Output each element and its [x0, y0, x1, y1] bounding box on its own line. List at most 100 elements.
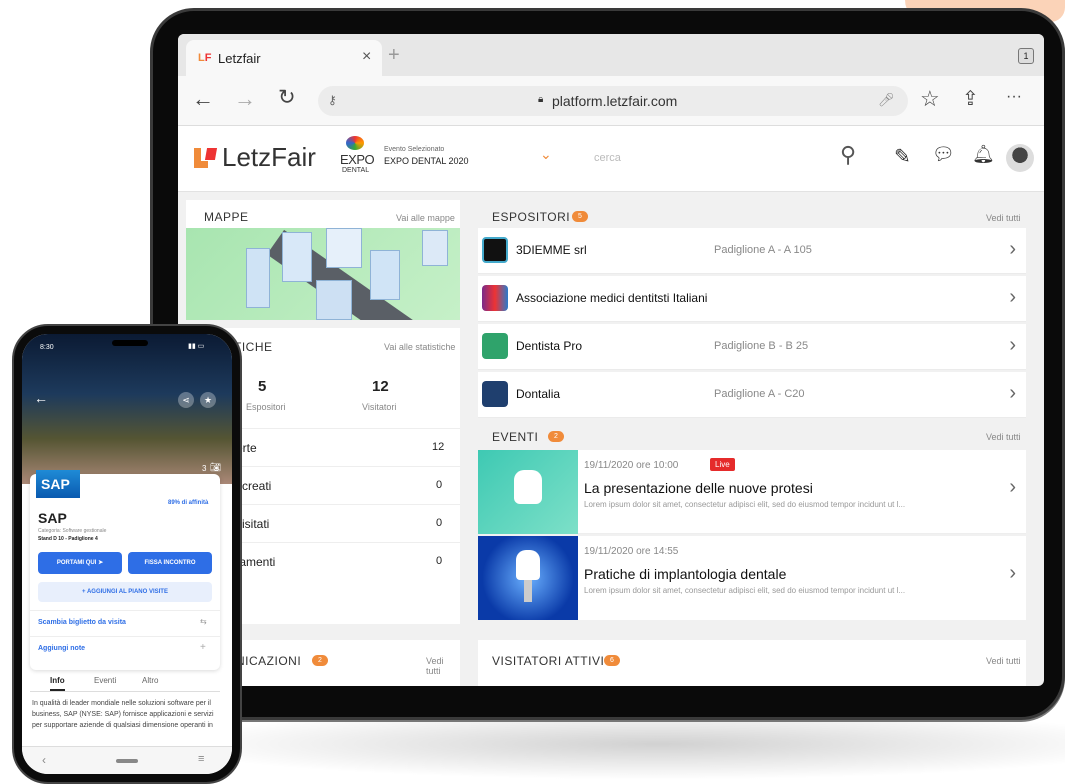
share-icon[interactable]: ⇪ [962, 86, 979, 111]
exhibitor-row[interactable]: Dontalia Padiglione A - C20 › [478, 372, 1026, 418]
eventi-badge: 2 [548, 431, 564, 442]
espositori-link[interactable]: Vedi tutti [986, 213, 1021, 223]
browser-tab-bar: LF Letzfair × + 1 [178, 34, 1044, 76]
star-icon[interactable]: ☆ [920, 86, 940, 112]
tab-eventi[interactable]: Eventi [94, 676, 116, 685]
exhibitor-row[interactable]: 3DIEMME srl Padiglione A - A 105 › [478, 228, 1026, 274]
aggiungi-piano-visite-button[interactable]: + AGGIUNGI AL PIANO VISITE [38, 582, 212, 602]
app-header: LetzFair EXPO DENTAL Evento Selezionato … [178, 126, 1044, 192]
phone-notch [112, 340, 148, 346]
event-card[interactable]: 19/11/2020 ore 14:55 Pratiche di implant… [478, 536, 1026, 620]
visitatori-attivi-card: VISITATORI ATTIVI 6 Vedi tutti [478, 640, 1026, 686]
search-input[interactable]: cerca ⚲ [578, 142, 870, 172]
brand-logo-icon [194, 148, 218, 168]
city-map-image[interactable] [186, 228, 460, 320]
brand-name: LetzFair [222, 142, 316, 172]
tab-info[interactable]: Info [50, 676, 65, 691]
chevron-right-icon: › [1009, 562, 1016, 584]
comunicazioni-badge: 2 [312, 655, 328, 666]
forward-icon[interactable]: → [234, 86, 256, 112]
phone-hero-image: 8:30 ▮▮ ▭ ← ⋖ ★ 3 📷︎ [22, 334, 232, 484]
eventi-title: EVENTI [492, 430, 539, 444]
search-icon: ⚲ [840, 142, 857, 167]
back-arrow-icon[interactable]: ← [34, 390, 48, 406]
nav-home-icon[interactable] [116, 759, 138, 763]
phone-nav-bar: ‹ ≡ [22, 746, 232, 774]
affinity-label: 89% di affinità [168, 500, 209, 506]
browser-tab[interactable]: LF Letzfair × [186, 40, 382, 76]
avatar[interactable] [1006, 144, 1034, 172]
scambia-biglietto-link[interactable]: Scambia biglietto da visita ⇆ [30, 610, 220, 634]
plus-icon: + [200, 642, 206, 653]
fissa-incontro-button[interactable]: FISSA INCONTRO [128, 552, 212, 574]
company-stand: Stand D 10 - Padiglione 4 [38, 536, 98, 542]
phone-time: 8:30 [40, 344, 54, 351]
tab-title: Letzfair [218, 51, 261, 66]
camera-icon: 📷︎ [210, 462, 222, 472]
exhibitor-row[interactable]: Associazione medici dentitsti Italiani › [478, 276, 1026, 322]
exhibitor-logo [482, 285, 508, 311]
eventi-section: EVENTI 2 Vedi tutti 19/11/2020 ore 10:00… [478, 426, 1026, 632]
espositori-count: 5 [258, 378, 267, 395]
exhibitor-row[interactable]: Dentista Pro Padiglione B - B 25 › [478, 324, 1026, 370]
event-name: EXPO DENTAL 2020 [384, 156, 469, 166]
visitatori-attivi-badge: 6 [604, 655, 620, 666]
company-name: SAP [38, 510, 67, 526]
exhibitor-logo [482, 381, 508, 407]
espositori-count-label: Espositori [246, 402, 286, 412]
signal-battery-icon: ▮▮ ▭ [188, 343, 205, 350]
new-tab-icon[interactable]: + [388, 44, 400, 67]
company-category: Categoria: Software gestionale [38, 528, 107, 534]
espositori-title: ESPOSITORI [492, 210, 571, 224]
statistiche-link[interactable]: Vai alle statistiche [384, 342, 455, 352]
visitatori-count: 12 [372, 378, 389, 395]
close-tab-icon[interactable]: × [362, 48, 371, 66]
phone-tabs: Info Eventi Altro [30, 672, 220, 692]
aggiungi-note-link[interactable]: Aggiungi note + [30, 636, 220, 660]
event-implant-image [478, 536, 578, 620]
espositori-section: ESPOSITORI 5 Vedi tutti 3DIEMME srl Padi… [478, 200, 1026, 420]
reload-icon[interactable]: ↻ [278, 85, 296, 110]
nav-back-icon[interactable]: ‹ [42, 753, 46, 767]
comunicazioni-link[interactable]: Vedi tutti [426, 656, 460, 676]
visitatori-attivi-link[interactable]: Vedi tutti [986, 656, 1021, 666]
company-description: In qualità di leader mondiale nelle solu… [32, 700, 214, 729]
back-icon[interactable]: ← [192, 86, 214, 112]
chevron-right-icon: › [1009, 382, 1016, 404]
visitatori-count-label: Visitatori [362, 402, 397, 412]
tab-altro[interactable]: Altro [142, 676, 158, 685]
favorite-star-icon[interactable]: ★ [200, 392, 216, 408]
comunicazioni-title: NICAZIONI [236, 654, 302, 668]
event-card[interactable]: 19/11/2020 ore 10:00 Live La presentazio… [478, 450, 1026, 534]
more-icon[interactable]: ··· [1006, 88, 1022, 106]
url-bar[interactable]: ⚷ 🔒︎ platform.letzfair.com 🎤︎ [318, 86, 908, 116]
exhibitor-logo [482, 333, 508, 359]
floor-shadow [160, 720, 1065, 780]
company-card: SAP 89% di affinità SAP Categoria: Softw… [30, 470, 220, 670]
nav-menu-icon[interactable]: ≡ [198, 753, 204, 765]
chat-icon[interactable]: 💬︎ [932, 144, 955, 165]
exchange-icon: ⇆ [200, 617, 207, 626]
share-icon[interactable]: ⋖ [178, 392, 194, 408]
event-dropdown-chevron-icon[interactable]: ⌄ [540, 146, 552, 163]
mappe-link[interactable]: Vai alle mappe [396, 213, 455, 223]
mappe-title: MAPPE [204, 210, 249, 224]
company-logo: SAP [36, 470, 80, 498]
navigate-icon: ➤ [98, 560, 104, 566]
mic-icon[interactable]: 🎤︎ [878, 92, 895, 108]
plus-icon: + [82, 589, 86, 595]
tab-count[interactable]: 1 [1018, 48, 1034, 64]
live-badge: Live [710, 458, 735, 471]
event-tooth-image [478, 450, 578, 534]
mappe-card: MAPPE Vai alle mappe [186, 200, 460, 320]
chevron-right-icon: › [1009, 334, 1016, 356]
pencil-icon[interactable]: ✎ [894, 144, 911, 169]
portami-qui-button[interactable]: PORTAMI QUI ➤ [38, 552, 122, 574]
exhibitor-logo [482, 237, 508, 263]
visitatori-attivi-title: VISITATORI ATTIVI [492, 654, 605, 668]
bell-icon[interactable]: 🔔︎ [972, 144, 995, 165]
browser-url-row: ← → ↻ ⚷ 🔒︎ platform.letzfair.com 🎤︎ ☆ ⇪ … [178, 76, 1044, 126]
eventi-link[interactable]: Vedi tutti [986, 432, 1021, 442]
url-text: platform.letzfair.com [552, 93, 678, 109]
event-selected-label: Evento Selezionato [384, 146, 445, 153]
